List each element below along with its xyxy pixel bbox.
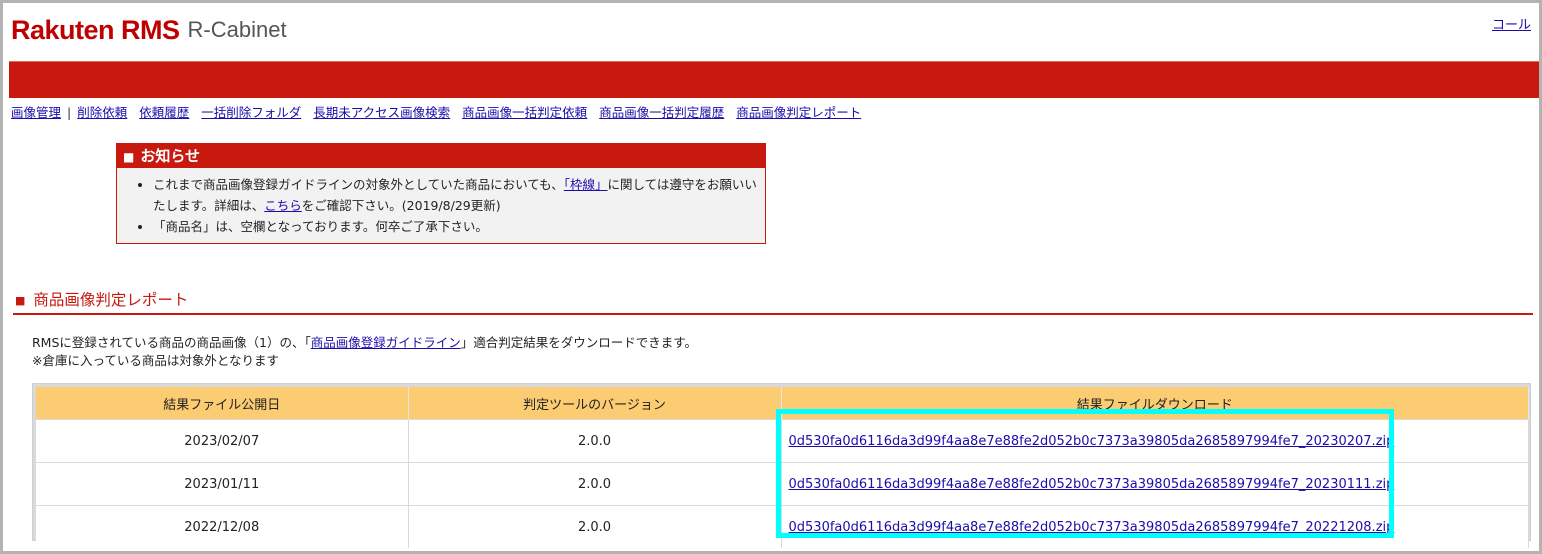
guideline-link[interactable]: 商品画像登録ガイドライン [311,335,461,350]
desc-text: RMSに登録されている商品の商品画像（1）の、「 [32,335,311,350]
cell-date: 2022/12/08 [36,505,409,548]
details-link[interactable]: こちら [264,198,302,213]
nav-item-long-unaccessed-search[interactable]: 長期未アクセス画像検索 [313,105,450,120]
cell-download: 0d530fa0d6116da3d99f4aa8e7e88fe2d052b0c7… [781,419,1529,463]
table-header-row: 結果ファイル公開日 判定ツールのバージョン 結果ファイルダウンロード [36,387,1529,420]
cell-version: 2.0.0 [408,505,782,548]
nav-separator: | [67,105,72,120]
frame-line-link[interactable]: 「枠線」 [564,177,608,192]
nav-item-delete-request[interactable]: 削除依頼 [77,105,127,120]
desc-text: 」適合判定結果をダウンロードできます。 [460,335,698,350]
report-table: 結果ファイル公開日 判定ツールのバージョン 結果ファイルダウンロード 2023/… [36,387,1529,548]
notice-item: これまで商品画像登録ガイドラインの対象外としていた商品においても、「枠線」に関し… [153,174,765,216]
nav-item-bulk-judge-request[interactable]: 商品画像一括判定依頼 [462,105,587,120]
section-divider [13,313,1533,315]
square-icon: ■ [123,150,135,164]
section-title-text: 商品画像判定レポート [33,291,189,309]
download-link[interactable]: 0d530fa0d6116da3d99f4aa8e7e88fe2d052b0c7… [789,520,1395,535]
notice-item: 「商品名」は、空欄となっております。何卒ご了承下さい。 [153,216,765,237]
notice-header: ■ お知らせ [117,144,765,168]
notice-text: これまで商品画像登録ガイドラインの対象外としていた商品においても、 [153,177,564,192]
logo-brand: Rakuten RMS [11,14,180,45]
cell-version: 2.0.0 [408,462,782,506]
notice-box: ■お知らせ これまで商品画像登録ガイドラインの対象外としていた商品においても、「… [116,143,766,244]
nav-menu: 画像管理 | 削除依頼 依頼履歴 一括削除フォルダ 長期未アクセス画像検索 商品画像一括判定… [11,102,861,121]
cell-download: 0d530fa0d6116da3d99f4aa8e7e88fe2d052b0c7… [781,462,1529,506]
report-table-container: 結果ファイル公開日 判定ツールのバージョン 結果ファイルダウンロード 2023/… [32,383,1531,548]
call-link[interactable]: コール [1492,14,1531,33]
nav-item-bulk-delete-folder[interactable]: 一括削除フォルダ [201,105,301,120]
page-frame: Rakuten RMS R-Cabinet コール 画像管理 | 削除依頼 依頼履歴一… [0,0,1542,554]
logo-product: R-Cabinet [187,17,287,42]
nav-item-bulk-judge-history[interactable]: 商品画像一括判定履歴 [599,105,724,120]
table-row: 2023/01/11 2.0.0 0d530fa0d6116da3d99f4aa… [36,462,1529,506]
notice-text: をご確認下さい。(2019/8/29更新) [301,198,501,213]
download-link[interactable]: 0d530fa0d6116da3d99f4aa8e7e88fe2d052b0c7… [789,434,1395,449]
download-link[interactable]: 0d530fa0d6116da3d99f4aa8e7e88fe2d052b0c7… [789,477,1395,492]
table-row: 2023/02/07 2.0.0 0d530fa0d6116da3d99f4aa… [36,419,1529,463]
notice-list: これまで商品画像登録ガイドラインの対象外としていた商品においても、「枠線」に関し… [117,174,765,237]
cell-date: 2023/02/07 [36,419,409,463]
nav-item-judge-report[interactable]: 商品画像判定レポート [736,105,861,120]
rakuten-rms-logo: Rakuten RMS R-Cabinet [11,13,287,47]
cell-download: 0d530fa0d6116da3d99f4aa8e7e88fe2d052b0c7… [781,505,1529,548]
desc-note: ※倉庫に入っている商品は対象外となります [32,353,279,368]
nav-item-image-management[interactable]: 画像管理 [11,105,61,120]
header-red-bar [9,61,1539,98]
square-icon: ■ [15,294,26,307]
column-header-download: 結果ファイルダウンロード [781,387,1529,420]
table-row: 2022/12/08 2.0.0 0d530fa0d6116da3d99f4aa… [36,505,1529,548]
column-header-version: 判定ツールのバージョン [408,387,782,420]
section-title: ■ 商品画像判定レポート [15,288,188,310]
section-description: RMSに登録されている商品の商品画像（1）の、「商品画像登録ガイドライン」適合判… [32,334,697,370]
column-header-date: 結果ファイル公開日 [36,387,409,420]
notice-title: お知らせ [140,147,201,165]
cell-version: 2.0.0 [408,419,782,463]
cell-date: 2023/01/11 [36,462,409,506]
nav-item-request-history[interactable]: 依頼履歴 [139,105,189,120]
